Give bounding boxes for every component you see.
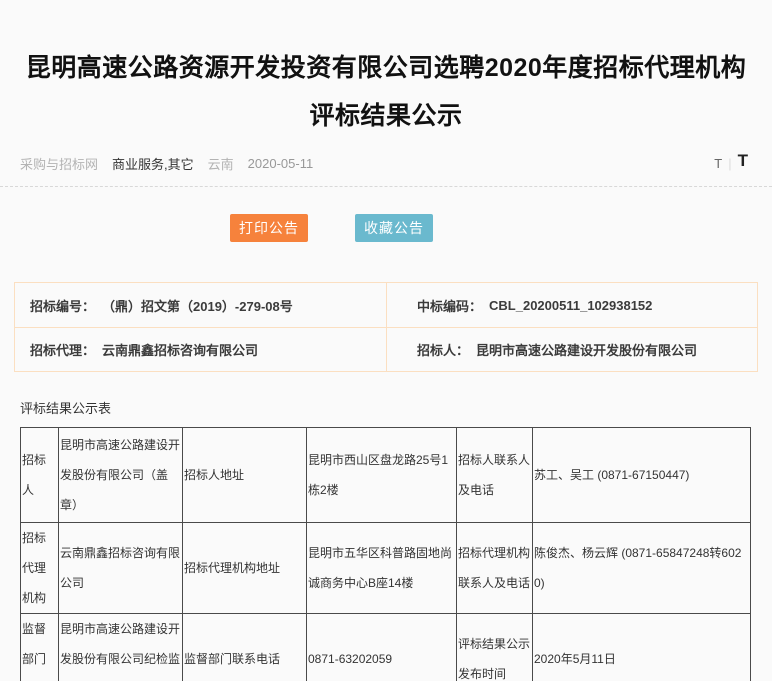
supervisor-phone-cell: 0871-63202059 [306,613,457,681]
bid-agency-value: 云南鼎鑫招标咨询有限公司 [102,343,259,358]
meta-row: 采购与招标网 商业服务,其它 云南 2020-05-11 T | T [0,151,772,173]
bid-agency-label: 招标代理： [30,343,96,358]
bidder-address-label-cell: 招标人地址 [182,427,307,523]
bidder-address-cell: 昆明市西山区盘龙路25号1栋2楼 [306,427,457,523]
win-code-value: CBL_20200511_102938152 [489,297,653,313]
supervisor-name-cell: 昆明市高速公路建设开发股份有限公司纪检监察室 [58,613,183,681]
table-row-agency: 招标代理机构 云南鼎鑫招标咨询有限公司 招标代理机构地址 昆明市五华区科普路固地… [20,522,751,614]
agency-address-label-cell: 招标代理机构地址 [182,522,307,614]
bidder-contact-label-cell: 招标人联系人及电话 [456,427,533,523]
font-size-decrease-button[interactable]: T [714,156,722,171]
bid-agency-cell: 招标代理： 云南鼎鑫招标咨询有限公司 [15,328,386,371]
agency-label-cell: 招标代理机构 [20,522,59,614]
result-table-caption: 评标结果公示表 [20,401,112,416]
favorite-announcement-button[interactable]: 收藏公告 [355,214,433,242]
bid-summary-box: 招标编号： （鼎）招文第（2019）-279-08号 中标编码： CBL_202… [14,282,758,372]
win-code-cell: 中标编码： CBL_20200511_102938152 [386,283,757,327]
bidder-label-cell: 招标人 [20,427,59,523]
meta-category-label: 商业服务,其它 [112,156,194,172]
summary-row: 招标代理： 云南鼎鑫招标咨询有限公司 招标人： 昆明市高速公路建设开发股份有限公… [15,327,757,371]
summary-row: 招标编号： （鼎）招文第（2019）-279-08号 中标编码： CBL_202… [15,283,757,327]
page-title-line-2: 评标结果公示 [309,102,463,130]
supervisor-label-cell: 监督部门名称 [20,613,59,681]
agency-contact-label-cell: 招标代理机构联系人及电话 [456,522,533,614]
publish-date-label-cell: 评标结果公示发布时间 [456,613,533,681]
page-title: 昆明高速公路资源开发投资有限公司选聘2020年度招标代理机构 评标结果公示 [0,0,772,140]
tenderee-label: 招标人： [417,343,470,358]
bid-number-value: （鼎）招文第（2019）-279-08号 [102,298,293,314]
font-size-separator: | [728,156,732,171]
agency-name-cell: 云南鼎鑫招标咨询有限公司 [58,522,183,614]
table-row-supervisor: 监督部门名称 昆明市高速公路建设开发股份有限公司纪检监察室 监督部门联系电话 0… [20,613,751,681]
agency-contact-cell: 陈俊杰、杨云辉 (0871-65847248转6020) [532,522,751,614]
bidder-name-cell: 昆明市高速公路建设开发股份有限公司（盖章） [58,427,183,523]
dashed-divider [0,186,772,187]
meta-source-label: 采购与招标网 [20,156,99,172]
meta-date-label: 2020-05-11 [247,155,314,171]
bid-number-label: 招标编号： [30,298,96,314]
print-announcement-button[interactable]: 打印公告 [230,214,308,242]
tenderee-cell: 招标人： 昆明市高速公路建设开发股份有限公司 [386,328,757,371]
font-size-controls: T | T [714,151,748,171]
announcement-page: 昆明高速公路资源开发投资有限公司选聘2020年度招标代理机构 评标结果公示 采购… [0,0,772,681]
bidder-contact-cell: 苏工、吴工 (0871-67150447) [532,427,751,523]
evaluation-result-table: 招标人 昆明市高速公路建设开发股份有限公司（盖章） 招标人地址 昆明市西山区盘龙… [20,427,751,681]
win-code-label: 中标编码： [417,298,483,314]
agency-address-cell: 昆明市五华区科普路固地尚诚商务中心B座14楼 [306,522,457,614]
table-row-bidder: 招标人 昆明市高速公路建设开发股份有限公司（盖章） 招标人地址 昆明市西山区盘龙… [20,427,751,523]
publish-date-cell: 2020年5月11日 [532,613,751,681]
action-buttons: 打印公告 收藏公告 [0,214,772,242]
tenderee-value: 昆明市高速公路建设开发股份有限公司 [476,343,698,358]
bid-number-cell: 招标编号： （鼎）招文第（2019）-279-08号 [15,283,386,327]
supervisor-phone-label-cell: 监督部门联系电话 [182,613,307,681]
meta-region-label: 云南 [207,156,234,172]
font-size-increase-button[interactable]: T [738,151,748,171]
page-title-line-1: 昆明高速公路资源开发投资有限公司选聘2020年度招标代理机构 [25,54,747,82]
